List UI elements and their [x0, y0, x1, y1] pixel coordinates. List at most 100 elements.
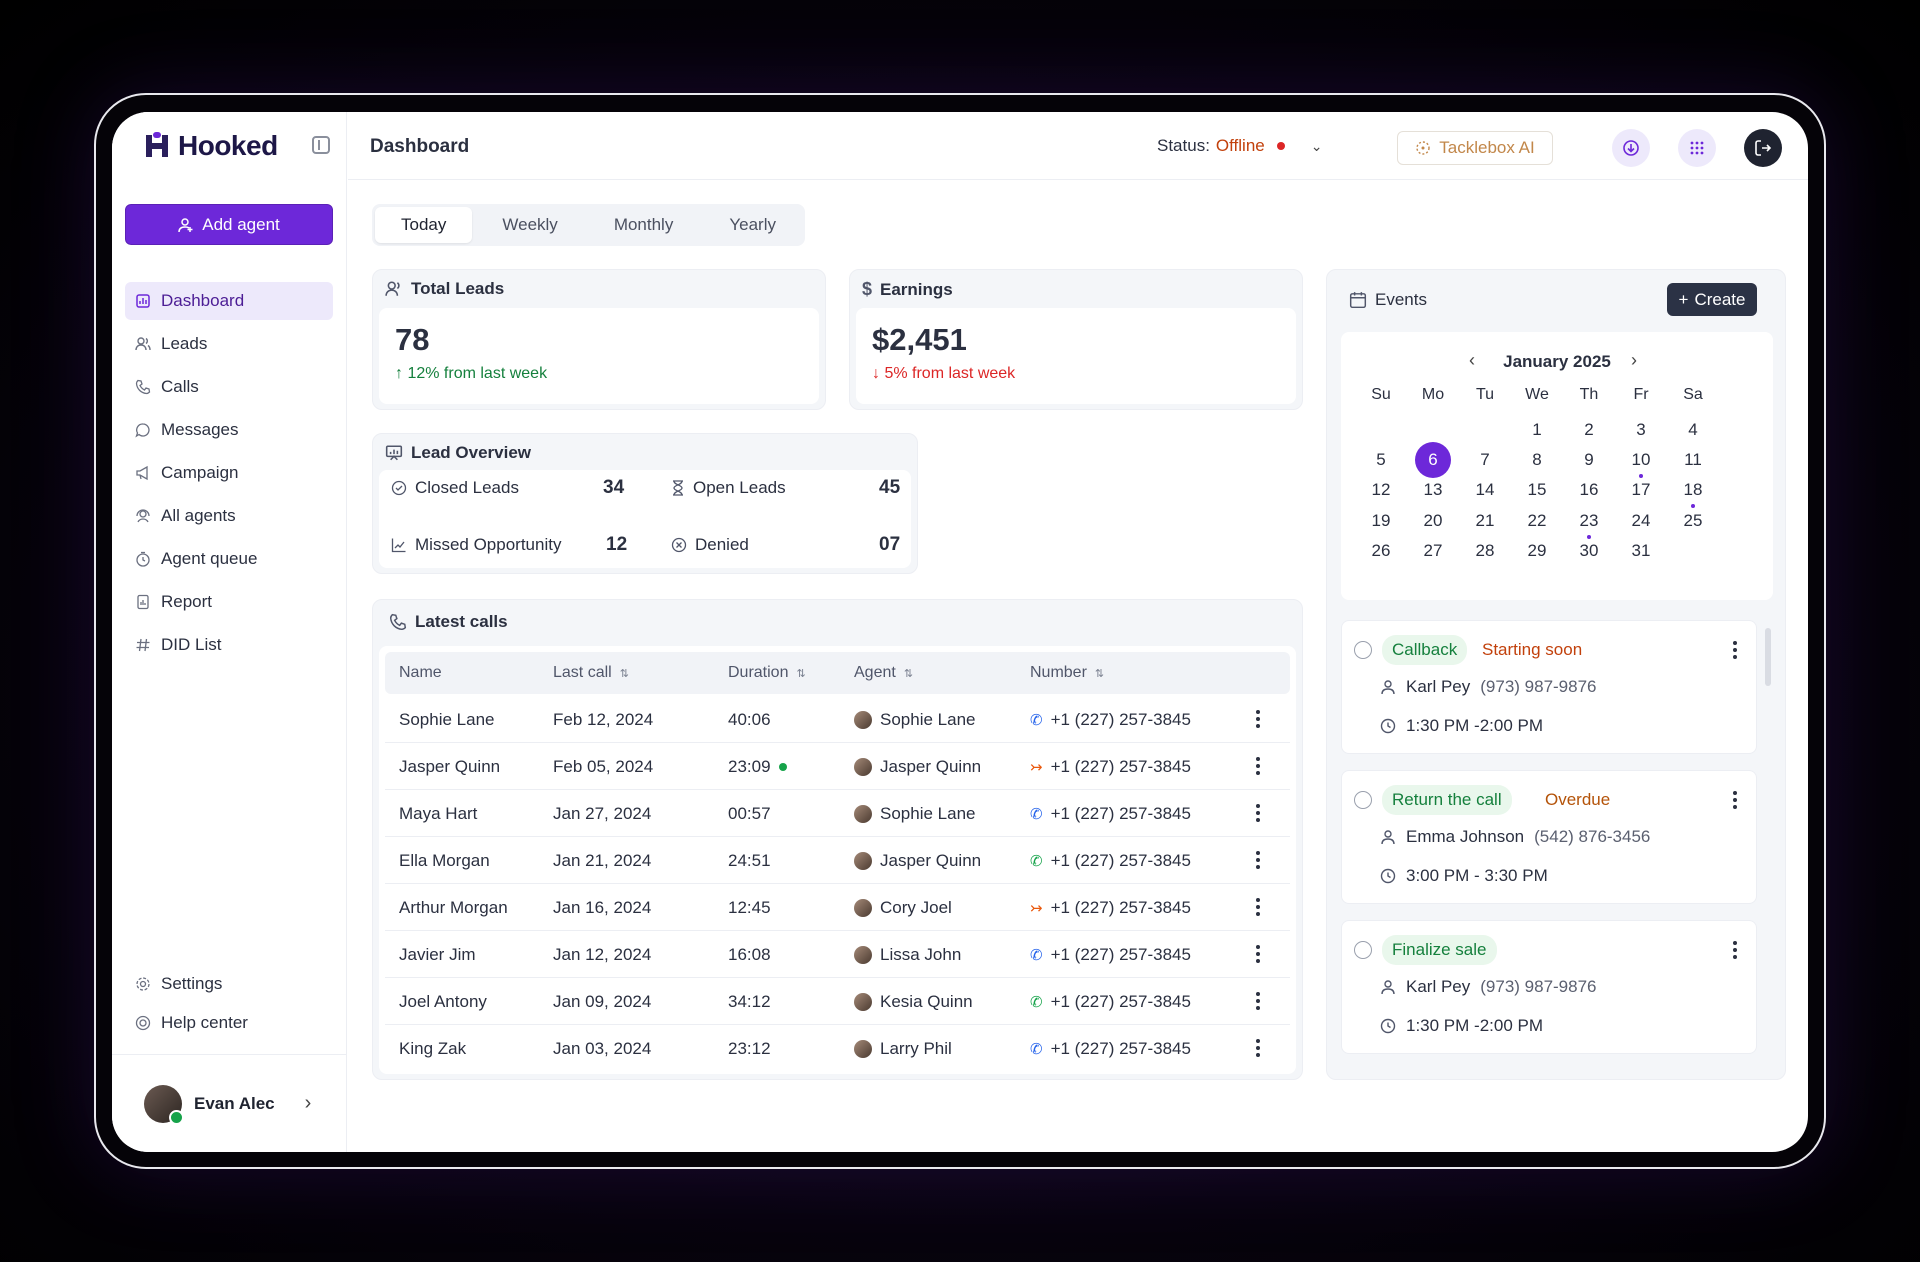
call-duration-cell: 16:08: [728, 945, 771, 965]
calendar-weekday: Sa: [1683, 386, 1703, 403]
sidebar-item-did-list[interactable]: DID List: [125, 626, 333, 664]
call-agent: Jasper Quinn: [880, 757, 982, 776]
event-complete-radio[interactable]: [1354, 941, 1372, 959]
table-row[interactable]: Sophie Lane Feb 12, 2024 40:06 Sophie Lane ✆…: [385, 696, 1290, 743]
column-last-call[interactable]: Last call ⇅: [553, 664, 629, 682]
call-agent-cell: Sophie Lane: [854, 710, 975, 730]
sidebar-item-label: Messages: [161, 420, 239, 439]
more-options-icon[interactable]: [1253, 708, 1263, 730]
more-options-icon[interactable]: [1732, 641, 1738, 659]
calendar-day[interactable]: 26: [1363, 533, 1399, 569]
table-row[interactable]: Ella Morgan Jan 21, 2024 24:51 Jasper Quinn…: [385, 837, 1290, 884]
closed-leads-value: 34: [603, 477, 625, 498]
table-row[interactable]: Maya Hart Jan 27, 2024 00:57 Sophie Lane ✆ +1…: [385, 790, 1290, 837]
brand[interactable]: Hooked: [144, 130, 278, 162]
calendar-day[interactable]: 27: [1415, 533, 1451, 569]
apps-grid-button[interactable]: [1678, 129, 1716, 167]
more-options-icon[interactable]: [1253, 943, 1263, 965]
call-duration-cell: 24:51: [728, 851, 771, 871]
call-agent-cell: Larry Phil: [854, 1039, 952, 1059]
table-row[interactable]: Joel Antony Jan 09, 2024 34:12 Kesia Quinn ✆…: [385, 978, 1290, 1025]
sidebar-item-messages[interactable]: Messages: [125, 411, 333, 449]
event-person: Emma Johnson: [1406, 827, 1525, 846]
download-button[interactable]: [1612, 129, 1650, 167]
table-row[interactable]: King Zak Jan 03, 2024 23:12 Larry Phil ✆ +1 (…: [385, 1025, 1290, 1072]
sidebar-item-help-center[interactable]: Help center: [125, 1005, 333, 1041]
call-agent-cell: Sophie Lane: [854, 804, 975, 824]
call-name: Jasper Quinn: [399, 757, 501, 776]
call-duration: 23:09: [728, 757, 771, 776]
column-agent[interactable]: Agent ⇅: [854, 664, 913, 682]
earnings-body: $2,451 ↓ 5% from last week: [856, 308, 1296, 404]
more-options-icon[interactable]: [1253, 849, 1263, 871]
event-card[interactable]: Callback Starting soon Karl Pey (973) 987-9…: [1341, 620, 1757, 754]
calendar-day[interactable]: 30: [1571, 533, 1607, 569]
status-selector[interactable]: Status: Offline ⌄: [1157, 136, 1322, 156]
latest-calls-card: Latest calls Name Last call ⇅ Duration ⇅ A…: [372, 599, 1303, 1080]
clock-icon: [1380, 868, 1396, 884]
chevron-right-icon[interactable]: ›: [1631, 350, 1637, 371]
calendar-weekday: Su: [1371, 386, 1391, 403]
column-duration[interactable]: Duration ⇅: [728, 664, 806, 682]
sidebar-item-report[interactable]: Report: [125, 583, 333, 621]
more-options-icon[interactable]: [1732, 791, 1738, 809]
user-profile[interactable]: Evan Alec ›: [112, 1054, 347, 1152]
avatar: [854, 758, 872, 776]
more-options-icon[interactable]: [1253, 755, 1263, 777]
sidebar-item-calls[interactable]: Calls: [125, 368, 333, 406]
sidebar-collapse-icon[interactable]: [312, 136, 330, 154]
call-name: Joel Antony: [399, 992, 487, 1011]
column-number[interactable]: Number ⇅: [1030, 664, 1104, 682]
more-options-icon[interactable]: [1253, 1037, 1263, 1059]
total-leads-delta: ↑ 12% from last week: [395, 365, 548, 382]
calendar-weekday: Mo: [1421, 386, 1445, 403]
calendar-day[interactable]: 29: [1519, 533, 1555, 569]
sidebar-item-label: Leads: [161, 334, 208, 353]
table-row[interactable]: Arthur Morgan Jan 16, 2024 12:45 Cory Joel ↣…: [385, 884, 1290, 931]
call-agent: Kesia Quinn: [880, 992, 973, 1011]
user-icon: [1381, 680, 1395, 695]
sidebar: Hooked Add agent Dashboard Leads Calls M…: [112, 112, 347, 1152]
sidebar-item-dashboard[interactable]: Dashboard: [125, 282, 333, 320]
column-name[interactable]: Name: [399, 664, 442, 682]
calendar-day[interactable]: 25: [1675, 503, 1711, 539]
sparkle-icon: [1416, 141, 1430, 155]
create-event-button[interactable]: + Create: [1667, 283, 1757, 316]
logout-button[interactable]: [1744, 129, 1782, 167]
event-card[interactable]: Return the call Overdue Emma Johnson (542) …: [1341, 770, 1757, 904]
table-row[interactable]: Javier Jim Jan 12, 2024 16:08 Lissa John ✆ +1…: [385, 931, 1290, 978]
sidebar-item-all-agents[interactable]: All agents: [125, 497, 333, 535]
sidebar-item-agent-queue[interactable]: Agent queue: [125, 540, 333, 578]
call-duration-cell: 12:45: [728, 898, 771, 918]
event-card[interactable]: Finalize sale Karl Pey (973) 987-9876 1:30 …: [1341, 920, 1757, 1054]
call-number: +1 (227) 257-3845: [1050, 992, 1191, 1011]
more-options-icon[interactable]: [1732, 941, 1738, 959]
calendar-day[interactable]: 31: [1623, 533, 1659, 569]
tab-yearly[interactable]: Yearly: [703, 207, 802, 243]
sidebar-item-leads[interactable]: Leads: [125, 325, 333, 363]
add-agent-button[interactable]: Add agent: [125, 204, 333, 245]
call-duration: 34:12: [728, 992, 771, 1011]
tab-monthly[interactable]: Monthly: [588, 207, 700, 243]
call-agent-cell: Jasper Quinn: [854, 851, 981, 871]
tab-weekly[interactable]: Weekly: [476, 207, 583, 243]
sidebar-bottom-nav: Settings Help center: [125, 966, 333, 1044]
tab-today[interactable]: Today: [375, 207, 473, 243]
table-row[interactable]: Jasper Quinn Feb 05, 2024 23:09 Jasper Quin…: [385, 743, 1290, 790]
event-complete-radio[interactable]: [1354, 641, 1372, 659]
event-complete-radio[interactable]: [1354, 791, 1372, 809]
total-leads-header: Total Leads: [385, 279, 504, 299]
more-options-icon[interactable]: [1253, 990, 1263, 1012]
sidebar-item-settings[interactable]: Settings: [125, 966, 333, 1002]
events-scrollbar[interactable]: [1765, 628, 1771, 686]
sidebar-item-label: Campaign: [161, 463, 239, 482]
total-leads-delta-text: 12% from last week: [407, 365, 548, 382]
megaphone-icon: [135, 465, 151, 481]
more-options-icon[interactable]: [1253, 896, 1263, 918]
sidebar-item-campaign[interactable]: Campaign: [125, 454, 333, 492]
calendar-day[interactable]: 28: [1467, 533, 1503, 569]
call-type-icon: ✆: [1030, 1041, 1043, 1058]
more-options-icon[interactable]: [1253, 802, 1263, 824]
earnings-delta: ↓ 5% from last week: [872, 365, 1016, 382]
tacklebox-ai-button[interactable]: Tacklebox AI: [1397, 131, 1553, 165]
